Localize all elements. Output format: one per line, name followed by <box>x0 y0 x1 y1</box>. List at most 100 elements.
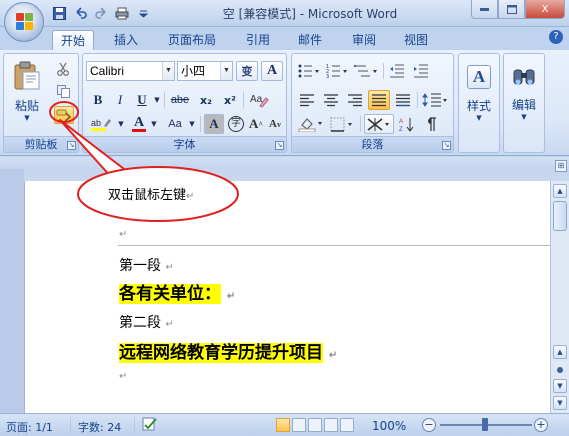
save-icon[interactable] <box>50 4 68 22</box>
chevron-down-icon[interactable]: ▼ <box>187 114 197 134</box>
chevron-down-icon: ▼ <box>220 62 232 80</box>
help-icon[interactable]: ? <box>549 30 563 44</box>
format-painter-icon[interactable] <box>54 106 74 124</box>
word-count[interactable]: 字数: 24 <box>78 419 121 435</box>
minimize-icon[interactable] <box>471 0 498 19</box>
italic-button[interactable]: I <box>110 90 130 110</box>
editing-label: 编辑 <box>511 97 536 112</box>
scroll-down-icon[interactable]: ▼ <box>553 396 567 410</box>
superscript-button[interactable]: x² <box>219 90 241 110</box>
tab-insert[interactable]: 插入 <box>106 30 146 51</box>
chevron-down-icon[interactable]: ▼ <box>152 90 162 110</box>
character-shading-button[interactable]: A <box>204 114 224 134</box>
chevron-down-icon[interactable]: ▼ <box>149 114 159 134</box>
text-highlight-color-icon[interactable]: ab <box>88 114 116 134</box>
close-icon[interactable]: X <box>525 0 565 19</box>
browse-object-icon[interactable] <box>557 367 563 373</box>
quick-access-toolbar <box>50 4 152 22</box>
styles-button[interactable]: A 样式 ▼ <box>462 58 496 128</box>
enclose-characters-button[interactable]: 字 <box>226 114 246 134</box>
maximize-icon[interactable] <box>498 0 525 19</box>
justify-icon[interactable] <box>368 90 390 110</box>
chinese-layout-icon[interactable] <box>364 114 394 134</box>
font-name-combo[interactable]: Calibri ▼ <box>86 61 175 81</box>
multilevel-list-icon[interactable] <box>352 61 380 81</box>
annotation-label: 双击鼠标左键 <box>108 188 187 203</box>
copy-icon[interactable] <box>54 82 72 100</box>
tab-page-layout[interactable]: 页面布局 <box>160 30 224 51</box>
page-count[interactable]: 页面: 1/1 <box>6 419 53 435</box>
full-screen-reading-icon[interactable] <box>292 418 306 432</box>
sort-icon[interactable]: AZ <box>396 114 418 134</box>
strikethrough-button[interactable]: abe <box>167 90 193 110</box>
shading-icon[interactable] <box>296 114 326 134</box>
office-button[interactable] <box>4 2 44 42</box>
print-layout-view-icon[interactable] <box>276 418 290 432</box>
tab-home[interactable]: 开始 <box>52 30 95 52</box>
ruler-toggle-icon[interactable]: ⊞ <box>555 160 567 172</box>
grow-font-button[interactable]: A ^ <box>247 114 265 134</box>
line-spacing-icon[interactable] <box>420 90 450 110</box>
shrink-font-button[interactable]: Av <box>266 114 284 134</box>
font-launcher-icon[interactable]: ↘ <box>275 141 284 150</box>
paragraph-launcher-icon[interactable]: ↘ <box>442 141 451 150</box>
document-paragraph[interactable]: 远程网络教育学历提升项目 ↵ <box>119 338 337 363</box>
font-color-button[interactable]: A <box>129 114 149 134</box>
document-paragraph[interactable]: 第一段 ↵ <box>119 255 174 275</box>
decrease-indent-icon[interactable] <box>386 61 408 81</box>
zoom-in-icon[interactable]: + <box>534 418 548 432</box>
cut-icon[interactable] <box>54 60 72 78</box>
document-paragraph[interactable]: 第二段 ↵ <box>119 312 174 332</box>
document-paragraph[interactable]: 各有关单位： ↵ <box>119 279 235 304</box>
draft-view-icon[interactable] <box>340 418 354 432</box>
clear-formatting-icon[interactable]: Aa <box>246 90 272 110</box>
customize-icon[interactable] <box>134 4 152 22</box>
zoom-out-icon[interactable]: − <box>422 418 436 432</box>
scroll-up-icon[interactable]: ▲ <box>553 184 567 198</box>
redo-icon[interactable] <box>92 4 110 22</box>
character-border-button[interactable]: A <box>261 61 283 81</box>
document-page[interactable]: ↵ 第一段 ↵ 各有关单位： ↵ 第二段 ↵ 远程网络教育学历提升项目 ↵ ↵ <box>24 181 551 413</box>
clipboard-launcher-icon[interactable]: ↘ <box>67 141 76 150</box>
tab-references[interactable]: 引用 <box>238 30 278 51</box>
tab-review[interactable]: 审阅 <box>344 30 384 51</box>
subscript-button[interactable]: x₂ <box>195 90 217 110</box>
tab-mailings[interactable]: 邮件 <box>290 30 330 51</box>
svg-text:A: A <box>399 119 403 125</box>
grow-font-glyph: A <box>248 116 259 131</box>
zoom-level[interactable]: 100% <box>372 419 406 433</box>
proofing-icon[interactable] <box>142 417 158 435</box>
bold-button[interactable]: B <box>88 90 108 110</box>
undo-icon[interactable] <box>71 4 89 22</box>
align-center-icon[interactable] <box>320 90 342 110</box>
web-layout-icon[interactable] <box>308 418 322 432</box>
borders-icon[interactable] <box>328 114 358 134</box>
print-icon[interactable] <box>113 4 131 22</box>
increase-indent-icon[interactable] <box>410 61 432 81</box>
next-page-icon[interactable]: ▼ <box>553 379 567 393</box>
distributed-icon[interactable] <box>392 90 414 110</box>
paste-button[interactable]: 粘贴 ▼ <box>10 58 44 124</box>
outline-view-icon[interactable] <box>324 418 338 432</box>
paragraph-group: 123 A Z 段落 ↘ <box>291 53 454 153</box>
vertical-scrollbar[interactable]: ▲ ▲ ▼ ▼ <box>550 181 569 413</box>
font-size-combo[interactable]: 小四 ▼ <box>177 61 233 81</box>
show-hide-marks-icon[interactable] <box>420 114 442 134</box>
tab-view[interactable]: 视图 <box>396 30 436 51</box>
ribbon-tabs: 开始 插入 页面布局 引用 邮件 审阅 视图 <box>0 27 569 52</box>
paragraph-text: 第一段 <box>119 258 161 274</box>
editing-button[interactable]: 编辑 ▼ <box>507 58 541 128</box>
previous-page-icon[interactable]: ▲ <box>553 345 567 359</box>
align-right-icon[interactable] <box>344 90 366 110</box>
chevron-down-icon[interactable]: ▼ <box>116 114 126 134</box>
numbering-icon[interactable]: 123 <box>324 61 350 81</box>
styles-group: A 样式 ▼ <box>458 53 500 153</box>
change-case-button[interactable]: Aa <box>162 114 188 134</box>
zoom-slider-thumb[interactable] <box>482 418 488 431</box>
align-left-icon[interactable] <box>296 90 318 110</box>
scroll-thumb[interactable] <box>553 201 567 231</box>
underline-button[interactable]: U <box>132 90 152 110</box>
phonetic-guide-button[interactable]: 变 <box>236 61 258 81</box>
bullets-icon[interactable] <box>296 61 322 81</box>
paragraph-text-highlighted: 远程网络教育学历提升项目 <box>119 343 323 363</box>
